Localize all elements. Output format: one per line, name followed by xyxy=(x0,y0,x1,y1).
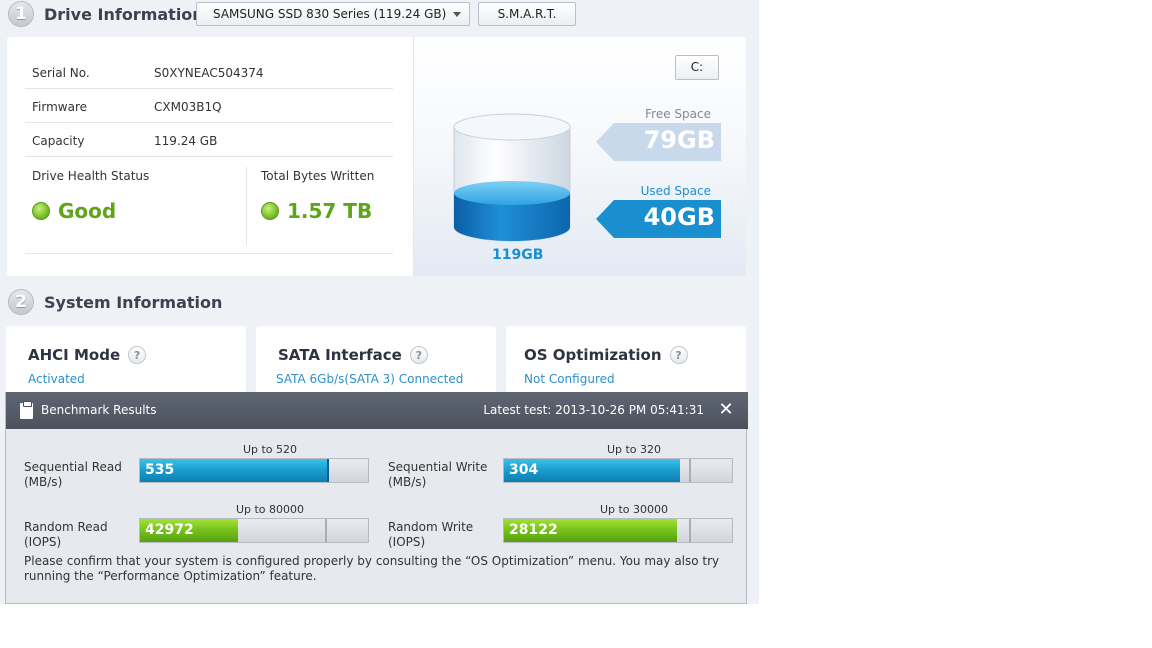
used-space-value-box: 40GB xyxy=(596,200,721,238)
random-read-upto: Up to 80000 xyxy=(235,503,305,516)
used-space-value: 40GB xyxy=(643,203,715,231)
random-read-label-name: Random Read xyxy=(24,520,108,534)
chevron-down-icon xyxy=(453,12,461,17)
sequential-write-bar: 304 xyxy=(503,458,733,483)
drive-information-header: 1 Drive Information xyxy=(8,0,204,28)
serial-value: S0XYNEAC504374 xyxy=(154,66,264,80)
sequential-read-label: Sequential Read (MB/s) xyxy=(24,460,122,490)
drive-letter-button[interactable]: C: xyxy=(675,55,719,80)
used-space-label: Used Space xyxy=(640,184,711,198)
drive-select-value: SAMSUNG SSD 830 Series (119.24 GB) xyxy=(213,7,447,21)
sata-interface-card: SATA Interface ? SATA 6Gb/s(SATA 3) Conn… xyxy=(256,326,496,396)
sequential-write-label: Sequential Write (MB/s) xyxy=(388,460,487,490)
capacity-row: Capacity 119.24 GB xyxy=(25,123,393,157)
card-title: AHCI Mode ? xyxy=(28,346,147,364)
random-read-value: 42972 xyxy=(145,522,194,538)
random-write-label-name: Random Write xyxy=(388,520,474,534)
free-space-value: 79GB xyxy=(643,126,715,154)
sequential-write-label-unit: (MB/s) xyxy=(388,475,427,489)
tbw-block: Total Bytes Written 1.57 TB xyxy=(261,169,375,223)
random-write-label-unit: (IOPS) xyxy=(388,535,426,549)
section-number-badge: 2 xyxy=(8,289,34,315)
sequential-read-bar-mark xyxy=(327,459,329,482)
free-space-label: Free Space xyxy=(645,107,711,121)
disk-cylinder-icon xyxy=(453,113,571,242)
capacity-label: Capacity xyxy=(32,134,85,148)
os-optimization-title: OS Optimization xyxy=(524,346,662,364)
os-optimization-card: OS Optimization ? Not Configured xyxy=(506,326,746,396)
benchmark-title: Benchmark Results xyxy=(41,403,157,417)
random-read-label: Random Read (IOPS) xyxy=(24,520,108,550)
firmware-value: CXM03B1Q xyxy=(154,100,222,114)
help-icon[interactable]: ? xyxy=(128,346,147,364)
latest-test-timestamp: Latest test: 2013-10-26 PM 05:41:31 xyxy=(483,403,704,417)
close-icon[interactable]: ✕ xyxy=(718,401,734,419)
sequential-read-value: 535 xyxy=(145,462,175,478)
health-status-value: Good xyxy=(32,199,116,223)
capacity-panel: C: Free Space 79GB Used Space 40GB 119GB xyxy=(413,37,746,276)
capacity-value: 119.24 GB xyxy=(154,134,218,148)
health-status-text: Good xyxy=(58,199,117,223)
sequential-write-upto: Up to 320 xyxy=(606,443,662,456)
sata-interface-title: SATA Interface xyxy=(278,346,402,364)
random-write-label: Random Write (IOPS) xyxy=(388,520,473,550)
random-write-bar: 28122 xyxy=(503,518,733,543)
sequential-read-upto: Up to 520 xyxy=(242,443,298,456)
ahci-mode-status: Activated xyxy=(28,372,85,386)
ahci-mode-card: AHCI Mode ? Activated xyxy=(6,326,246,396)
sequential-read-label-name: Sequential Read xyxy=(24,460,122,474)
status-ok-icon xyxy=(261,202,279,220)
sequential-write-bar-mark xyxy=(689,459,691,482)
random-read-bar: 42972 xyxy=(139,518,369,543)
random-read-bar-mark xyxy=(325,519,327,542)
help-icon[interactable]: ? xyxy=(409,346,428,364)
random-write-bar-mark xyxy=(689,519,691,542)
smart-button[interactable]: S.M.A.R.T. xyxy=(478,2,576,26)
sequential-read-label-unit: (MB/s) xyxy=(24,475,63,489)
drive-info-panel: Serial No. S0XYNEAC504374 Firmware CXM03… xyxy=(7,37,413,276)
tbw-value: 1.57 TB xyxy=(261,199,372,223)
total-capacity-label: 119GB xyxy=(492,247,544,263)
system-information-header: 2 System Information xyxy=(8,288,222,316)
sequential-write-label-name: Sequential Write xyxy=(388,460,488,474)
serial-row: Serial No. S0XYNEAC504374 xyxy=(25,55,393,89)
benchmark-note: Please confirm that your system is confi… xyxy=(24,554,720,583)
card-title: SATA Interface ? xyxy=(278,346,428,364)
firmware-label: Firmware xyxy=(32,100,87,114)
sequential-read-bar: 535 xyxy=(139,458,369,483)
health-status-block: Drive Health Status Good xyxy=(32,169,150,223)
sequential-write-value: 304 xyxy=(509,462,539,478)
health-status-label: Drive Health Status xyxy=(32,169,150,183)
divider xyxy=(246,167,247,245)
magician-app: 1 Drive Information SAMSUNG SSD 830 Seri… xyxy=(0,0,759,604)
random-write-value: 28122 xyxy=(509,522,558,538)
help-icon[interactable]: ? xyxy=(669,346,688,364)
serial-label: Serial No. xyxy=(32,66,90,80)
section-title: Drive Information xyxy=(44,4,204,24)
section-title: System Information xyxy=(44,292,223,312)
free-space-value-box: 79GB xyxy=(596,123,721,161)
tbw-label: Total Bytes Written xyxy=(261,169,375,183)
clipboard-icon xyxy=(20,401,33,419)
firmware-row: Firmware CXM03B1Q xyxy=(25,89,393,123)
tbw-text: 1.57 TB xyxy=(287,199,373,223)
drive-select-dropdown[interactable]: SAMSUNG SSD 830 Series (119.24 GB) xyxy=(196,2,470,26)
status-ok-icon xyxy=(32,202,50,220)
card-title: OS Optimization ? xyxy=(524,346,688,364)
random-read-label-unit: (IOPS) xyxy=(24,535,62,549)
section-number-badge: 1 xyxy=(8,1,34,27)
random-write-upto: Up to 30000 xyxy=(599,503,669,516)
sata-interface-status: SATA 6Gb/s(SATA 3) Connected xyxy=(276,372,464,386)
benchmark-header: Benchmark Results Latest test: 2013-10-2… xyxy=(6,392,748,429)
ahci-mode-title: AHCI Mode xyxy=(28,346,121,364)
benchmark-results-panel: Benchmark Results Latest test: 2013-10-2… xyxy=(5,392,748,604)
os-optimization-status[interactable]: Not Configured xyxy=(524,372,615,386)
divider xyxy=(25,253,393,254)
